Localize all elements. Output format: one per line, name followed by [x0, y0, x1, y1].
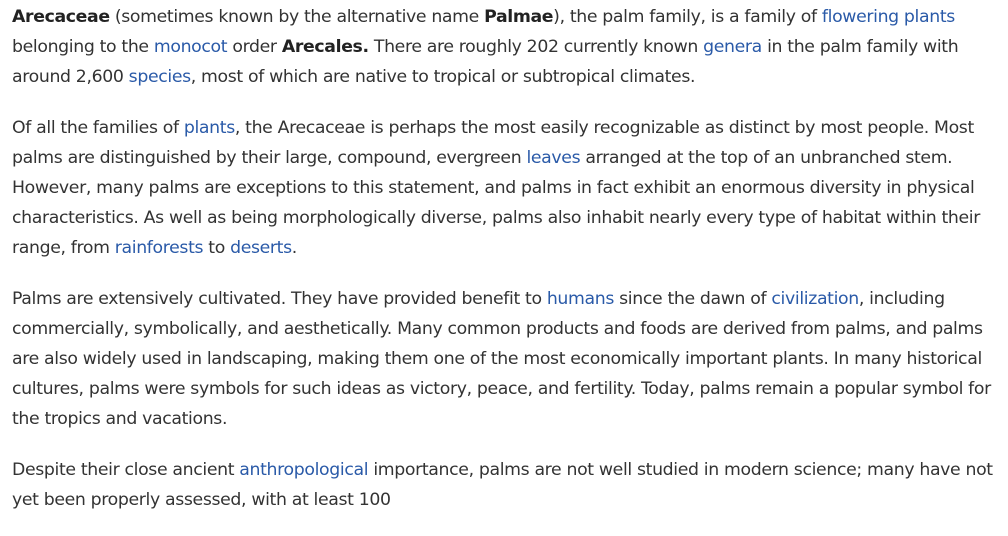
link-genera[interactable]: genera — [703, 37, 762, 57]
link-monocot[interactable]: monocot — [154, 37, 228, 57]
text: Of all the families of — [12, 118, 184, 138]
text: Palms are extensively cultivated. They h… — [12, 289, 547, 309]
link-plants[interactable]: plants — [184, 118, 235, 138]
text: importance, palms are not well — [368, 460, 637, 480]
link-deserts[interactable]: deserts — [230, 238, 292, 258]
paragraph-cultivation: Palms are extensively cultivated. They h… — [12, 284, 1002, 434]
text: order — [227, 37, 282, 57]
link-civilization[interactable]: civilization — [771, 289, 859, 309]
text: belonging to the — [12, 37, 154, 57]
text: ), the palm family, is a family of — [553, 7, 822, 27]
link-species[interactable]: species — [129, 67, 191, 87]
bold-term-arecales: Arecales. — [281, 37, 369, 57]
article-body: Arecaceae (sometimes known by the altern… — [12, 0, 1002, 536]
link-anthropological[interactable]: anthropological — [239, 460, 368, 480]
link-humans[interactable]: humans — [547, 289, 615, 309]
link-rainforests[interactable]: rainforests — [115, 238, 204, 258]
text: , most of which are native to tropical o… — [190, 67, 696, 87]
text: Despite their close ancient — [12, 460, 240, 480]
text: since the dawn of — [614, 289, 772, 309]
text: , including commercially, symbolically, … — [12, 289, 991, 429]
paragraph-description: Of all the families of plants, the Areca… — [12, 113, 1002, 263]
bold-term-arecaceae: Arecaceae — [12, 7, 110, 27]
link-leaves[interactable]: leaves — [526, 148, 580, 168]
paragraph-intro: Arecaceae (sometimes known by the altern… — [12, 2, 1002, 92]
text: . — [291, 238, 298, 258]
text: to — [203, 238, 231, 258]
paragraph-research-cutoff: Despite their close ancient anthropologi… — [12, 455, 1002, 515]
bold-term-palmae: Palmae — [484, 7, 554, 27]
text: There are roughly 202 currently known — [368, 37, 704, 57]
text: (sometimes known by the alternative name — [109, 7, 485, 27]
link-flowering-plants[interactable]: flowering plants — [822, 7, 955, 27]
